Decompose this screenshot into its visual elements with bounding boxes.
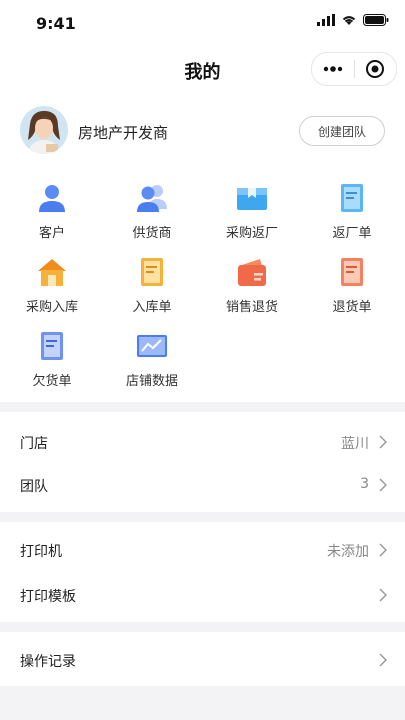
create-team-button[interactable]: 创建团队 <box>299 116 385 146</box>
more-button[interactable] <box>312 53 354 85</box>
printer-row[interactable]: 打印机 未添加 <box>0 527 405 573</box>
store-value: 蓝川 <box>341 436 369 452</box>
team-label: 团队 <box>20 479 48 495</box>
grid-label: 客户 <box>38 226 65 241</box>
customer-icon <box>39 185 65 212</box>
battery-icon <box>363 14 389 26</box>
status-bar: 9:41 <box>0 0 405 44</box>
grid-label: 店铺数据 <box>125 374 178 389</box>
store-label: 门店 <box>20 436 48 452</box>
avatar-image <box>20 106 68 154</box>
section-divider <box>0 512 405 522</box>
grid-item-backorder[interactable]: 欠货单 <box>2 324 102 394</box>
grid-label: 销售退货 <box>225 300 278 315</box>
team-row[interactable]: 团队 3 <box>0 462 405 508</box>
printer-label: 打印机 <box>20 544 62 560</box>
grid-item-customer[interactable]: 客户 <box>2 176 102 246</box>
printer-value: 未添加 <box>327 544 369 560</box>
chevron-right-icon <box>379 653 387 667</box>
grid-label: 入库单 <box>132 300 172 315</box>
backorder-icon <box>41 332 63 360</box>
team-count: 3 <box>360 476 369 492</box>
system-icons <box>317 14 389 26</box>
stockin-order-icon <box>141 258 163 286</box>
section-divider <box>0 686 405 720</box>
target-circle-icon <box>366 60 385 78</box>
close-mini-program-button[interactable] <box>354 53 396 85</box>
grid-item-stockin-order[interactable]: 入库单 <box>102 250 202 320</box>
grid-item-supplier[interactable]: 供货商 <box>102 176 202 246</box>
grid-item-purchase-return[interactable]: 采购返厂 <box>202 176 302 246</box>
shop-data-icon <box>137 335 167 357</box>
wifi-icon <box>342 16 356 25</box>
grid-label: 欠货单 <box>32 374 72 389</box>
grid-item-return-order[interactable]: 返厂单 <box>302 176 402 246</box>
status-time: 9:41 <box>36 14 76 33</box>
profile-section: 房地产开发商 创建团队 <box>0 100 405 162</box>
grid-item-purchase-stockin[interactable]: 采购入库 <box>2 250 102 320</box>
avatar[interactable] <box>20 106 68 154</box>
grid-item-sales-return[interactable]: 销售退货 <box>202 250 302 320</box>
chevron-right-icon <box>379 588 387 602</box>
shop-name: 房地产开发商 <box>78 124 169 142</box>
grid-item-refund-order[interactable]: 退货单 <box>302 250 402 320</box>
chevron-right-icon <box>379 478 387 492</box>
store-row[interactable]: 门店 蓝川 <box>0 419 405 465</box>
more-dots-icon <box>323 66 342 72</box>
supplier-icon <box>137 185 167 212</box>
print-template-row[interactable]: 打印模板 <box>0 572 405 618</box>
chevron-right-icon <box>379 435 387 449</box>
purchase-return-icon <box>237 188 267 210</box>
refund-order-icon <box>341 258 363 286</box>
grid-label: 返厂单 <box>332 226 372 241</box>
section-divider <box>0 402 405 412</box>
operation-log-label: 操作记录 <box>20 654 76 670</box>
section-divider <box>0 622 405 632</box>
print-template-label: 打印模板 <box>20 589 76 605</box>
operation-log-row[interactable]: 操作记录 <box>0 637 405 683</box>
grid-label: 采购入库 <box>25 300 78 315</box>
grid-label: 采购返厂 <box>225 226 278 241</box>
navigation-bar: 我的 <box>0 44 405 96</box>
grid-label: 供货商 <box>132 226 172 241</box>
grid-label: 退货单 <box>332 300 372 315</box>
chevron-right-icon <box>379 543 387 557</box>
mini-program-capsule <box>311 52 397 86</box>
purchase-stockin-icon <box>38 259 66 286</box>
sales-return-icon <box>238 259 266 286</box>
signal-icon <box>317 14 335 26</box>
grid-item-shop-data[interactable]: 店铺数据 <box>102 324 202 394</box>
return-order-icon <box>341 184 363 212</box>
